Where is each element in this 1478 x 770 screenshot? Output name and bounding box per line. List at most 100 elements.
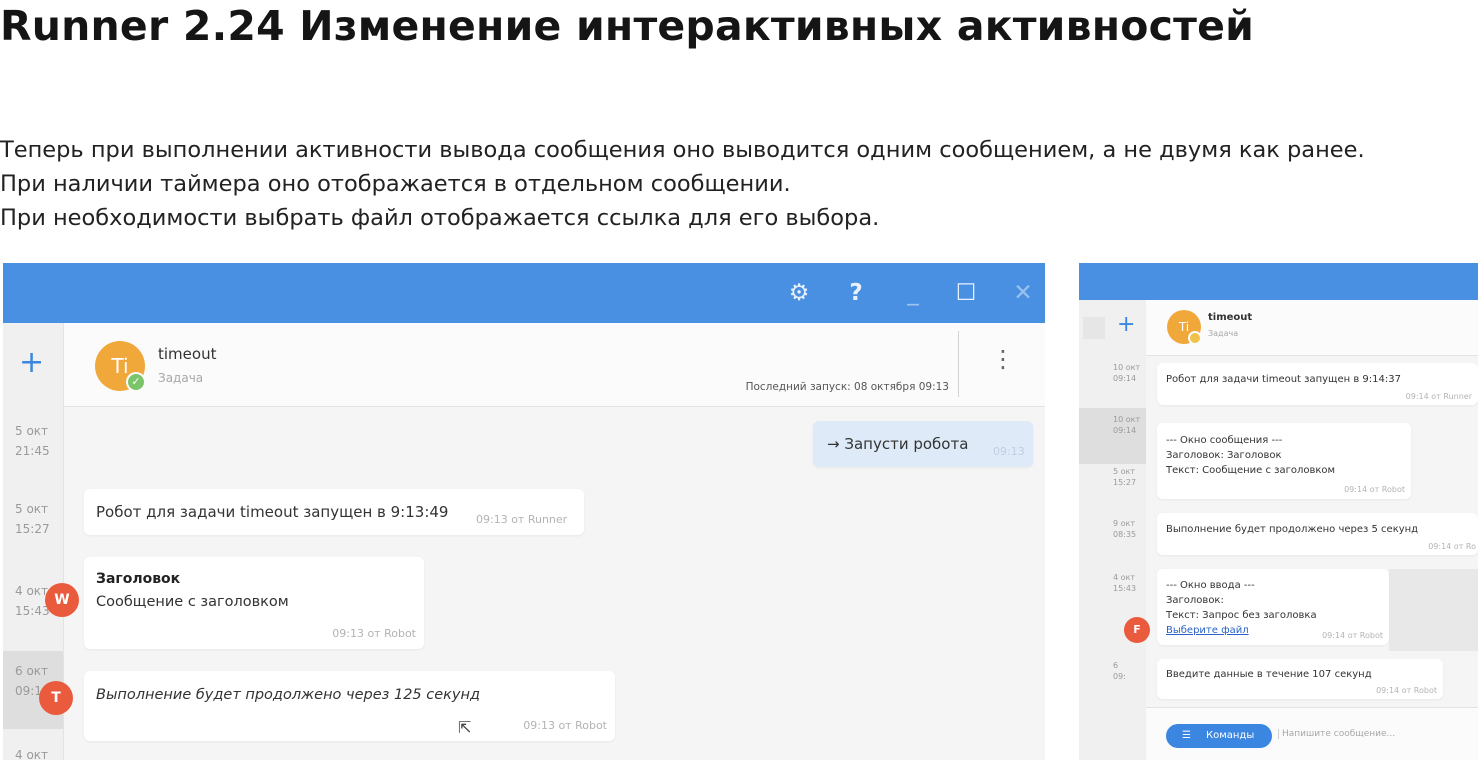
sidebar-date-item[interactable]: 4 окт 15:43	[1113, 572, 1136, 594]
date-time: 15:43	[1113, 584, 1137, 593]
timer-message-meta: 09:13 от Robot	[523, 719, 607, 732]
last-run-label: Последний запуск: 08 октября 09:13	[745, 381, 949, 393]
header-divider	[958, 331, 959, 397]
message-window-line: Текст: Сообщение с заголовком	[1166, 465, 1336, 476]
runner-window-small: + 10 окт 09:14 10 окт 09:14 5 окт 15:27 9 о…	[1079, 263, 1478, 760]
annotation-badge-w: W	[45, 583, 79, 617]
titled-message-meta: 09:13 от Robot	[332, 627, 416, 640]
input-window-meta: 09:14 от Robot	[1322, 631, 1383, 640]
task-header: Ti ✓ timeout Задача Последний запуск: 08…	[64, 323, 1045, 407]
date-time: 09:14	[1113, 374, 1137, 383]
task-subtitle: Задача	[1208, 329, 1239, 338]
enter-data-message: Введите данные в течение 107 секунд 09:1…	[1157, 659, 1443, 699]
choose-file-link[interactable]: Выберите файл	[1166, 623, 1317, 638]
scroll-shade	[1389, 569, 1478, 651]
date-time: 09:	[1113, 672, 1126, 681]
titled-message-heading: Заголовок	[96, 571, 181, 587]
input-window-text: --- Окно ввода --- Заголовок: Текст: Зап…	[1166, 578, 1317, 638]
check-icon: ✓	[126, 372, 146, 392]
outgoing-message: → Запусти робота 09:13	[813, 421, 1033, 467]
help-icon[interactable]: ?	[841, 280, 871, 306]
continue-message-meta: 09:14 от Ro	[1428, 542, 1476, 551]
sidebar-date-item-selected[interactable]: 10 окт 09:14	[1113, 414, 1140, 436]
date-day: 6 окт	[15, 664, 49, 678]
sidebar-date-item[interactable]: 10 окт 09:14	[1113, 362, 1140, 384]
mouse-cursor-icon: ⇱	[458, 718, 472, 737]
message-window-line: Заголовок: Заголовок	[1166, 450, 1282, 461]
message-window-text: --- Окно сообщения --- Заголовок: Заголо…	[1166, 433, 1335, 478]
annotation-badge-t: T	[39, 681, 73, 715]
continue-message-text: Выполнение будет продолжено через 5 секу…	[1166, 524, 1419, 535]
titled-message-text: Сообщение с заголовком	[96, 594, 289, 610]
close-icon[interactable]: ✕	[1008, 280, 1038, 306]
sidebar-date-item[interactable]: 4 окт	[15, 745, 48, 760]
sidebar-date-item[interactable]: 5 окт 15:27	[1113, 466, 1136, 488]
runner-window-large: ⚙ ? _ ☐ ✕ + 5 окт 21:45 5 окт 15:27 4 ок…	[3, 263, 1045, 760]
window-titlebar	[1079, 263, 1478, 300]
status-icon	[1188, 331, 1202, 345]
date-day: 5 окт	[15, 502, 49, 516]
runner-message-meta: 09:14 от Runner	[1405, 392, 1472, 401]
gear-icon[interactable]: ⚙	[784, 280, 814, 306]
date-day: 5 окт	[1113, 467, 1136, 476]
chat-date-sidebar: + 10 окт 09:14 10 окт 09:14 5 окт 15:27 9 о…	[1079, 300, 1146, 760]
runner-message-meta: 09:13 от Runner	[476, 513, 568, 526]
add-icon[interactable]: +	[19, 345, 44, 380]
runner-message-text: Робот для задачи timeout запущен в 9:14:…	[1166, 374, 1401, 385]
slide-description: Теперь при выполнении активности вывода …	[0, 133, 1365, 235]
message-window-meta: 09:14 от Robot	[1344, 485, 1405, 494]
runner-message: Робот для задачи timeout запущен в 9:13:…	[84, 489, 584, 535]
outgoing-message-text: → Запусти робота	[827, 435, 969, 453]
runner-message: Робот для задачи timeout запущен в 9:14:…	[1157, 363, 1478, 405]
description-line-1: Теперь при выполнении активности вывода …	[0, 137, 1365, 163]
continue-message: Выполнение будет продолжено через 5 секу…	[1157, 513, 1478, 555]
date-time: 21:45	[15, 444, 50, 458]
more-menu-icon[interactable]: ⋮	[991, 345, 1015, 373]
sidebar-date-item[interactable]: 5 окт 15:27	[15, 499, 50, 539]
maximize-icon[interactable]: ☐	[951, 280, 981, 306]
date-time: 15:43	[15, 604, 50, 618]
commands-button-label: Команды	[1206, 730, 1255, 741]
message-window-line: --- Окно сообщения ---	[1166, 435, 1283, 446]
runner-message-text: Робот для задачи timeout запущен в 9:13:…	[96, 503, 449, 521]
annotation-badge-f: F	[1124, 617, 1150, 643]
compose-bar: ☰ Команды Напишите сообщение...	[1146, 707, 1478, 760]
date-time: 08:35	[1113, 530, 1137, 539]
date-day: 10 окт	[1113, 415, 1141, 424]
date-day: 4 окт	[15, 748, 49, 760]
window-titlebar: ⚙ ? _ ☐ ✕	[3, 263, 1045, 323]
task-subtitle: Задача	[158, 371, 204, 385]
slide-title: Runner 2.24 Изменение интерактивных акти…	[0, 2, 1255, 50]
date-day: 10 окт	[1113, 363, 1141, 372]
date-time: 15:27	[15, 522, 50, 536]
minimize-icon[interactable]: _	[898, 280, 928, 306]
input-window-line: --- Окно ввода ---	[1166, 580, 1255, 591]
sidebar-date-item[interactable]: 5 окт 21:45	[15, 421, 50, 461]
message-input[interactable]: Напишите сообщение...	[1278, 729, 1395, 739]
sidebar-tab[interactable]	[1083, 317, 1105, 339]
timer-message-text: Выполнение будет продолжено через 125 се…	[96, 687, 480, 703]
date-time: 09:14	[1113, 426, 1137, 435]
task-header: Ti timeout Задача	[1146, 300, 1478, 356]
input-window-bubble: --- Окно ввода --- Заголовок: Текст: Зап…	[1157, 569, 1389, 645]
date-day: 9 окт	[1113, 519, 1136, 528]
description-line-2: При наличии таймера оно отображается в о…	[0, 171, 791, 197]
sidebar-date-item[interactable]: 6 09:	[1113, 660, 1126, 682]
input-window-line: Текст: Запрос без заголовка	[1166, 610, 1317, 621]
titled-message: Заголовок Сообщение с заголовком 09:13 о…	[84, 557, 424, 649]
date-time: 15:27	[1113, 478, 1137, 487]
commands-button[interactable]: ☰ Команды	[1166, 724, 1272, 748]
task-name: timeout	[158, 345, 217, 363]
enter-data-message-text: Введите данные в течение 107 секунд	[1166, 669, 1372, 680]
description-line-3: При необходимости выбрать файл отображае…	[0, 205, 880, 231]
sidebar-date-item[interactable]: 9 окт 08:35	[1113, 518, 1136, 540]
date-day: 6	[1113, 661, 1119, 670]
date-day: 5 окт	[15, 424, 49, 438]
menu-icon: ☰	[1182, 730, 1191, 741]
message-window-bubble: --- Окно сообщения --- Заголовок: Заголо…	[1157, 423, 1411, 499]
add-icon[interactable]: +	[1117, 312, 1135, 337]
outgoing-message-time: 09:13	[993, 445, 1025, 458]
task-name: timeout	[1208, 312, 1253, 323]
date-day: 4 окт	[1113, 573, 1136, 582]
timer-message: Выполнение будет продолжено через 125 се…	[84, 671, 615, 741]
